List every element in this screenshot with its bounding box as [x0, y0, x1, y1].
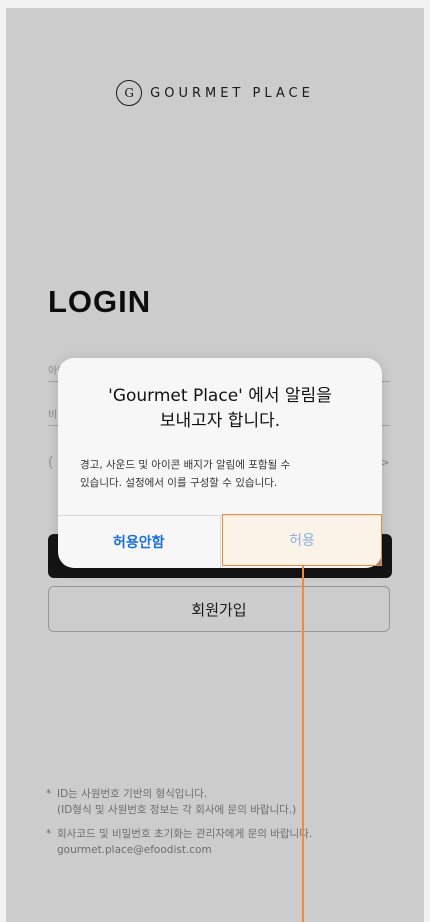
alert-title-line: 보내고자 합니다.	[159, 411, 281, 431]
alert-message: 경고, 사운드 및 아이콘 배지가 알림에 포함될 수 있습니다. 설정에서 이…	[80, 456, 360, 492]
alert-title-line: 'Gourmet Place' 에서 알림을	[108, 386, 332, 406]
alert-title: 'Gourmet Place' 에서 알림을 보내고자 합니다.	[68, 384, 372, 434]
alert-message-line: 경고, 사운드 및 아이콘 배지가 알림에 포함될 수	[80, 459, 291, 471]
pointer-line	[302, 566, 304, 922]
deny-button[interactable]: 허용안함	[58, 516, 220, 568]
allow-button[interactable]: 허용	[222, 514, 382, 566]
alert-message-line: 있습니다. 설정에서 이를 구성할 수 있습니다.	[80, 477, 278, 489]
